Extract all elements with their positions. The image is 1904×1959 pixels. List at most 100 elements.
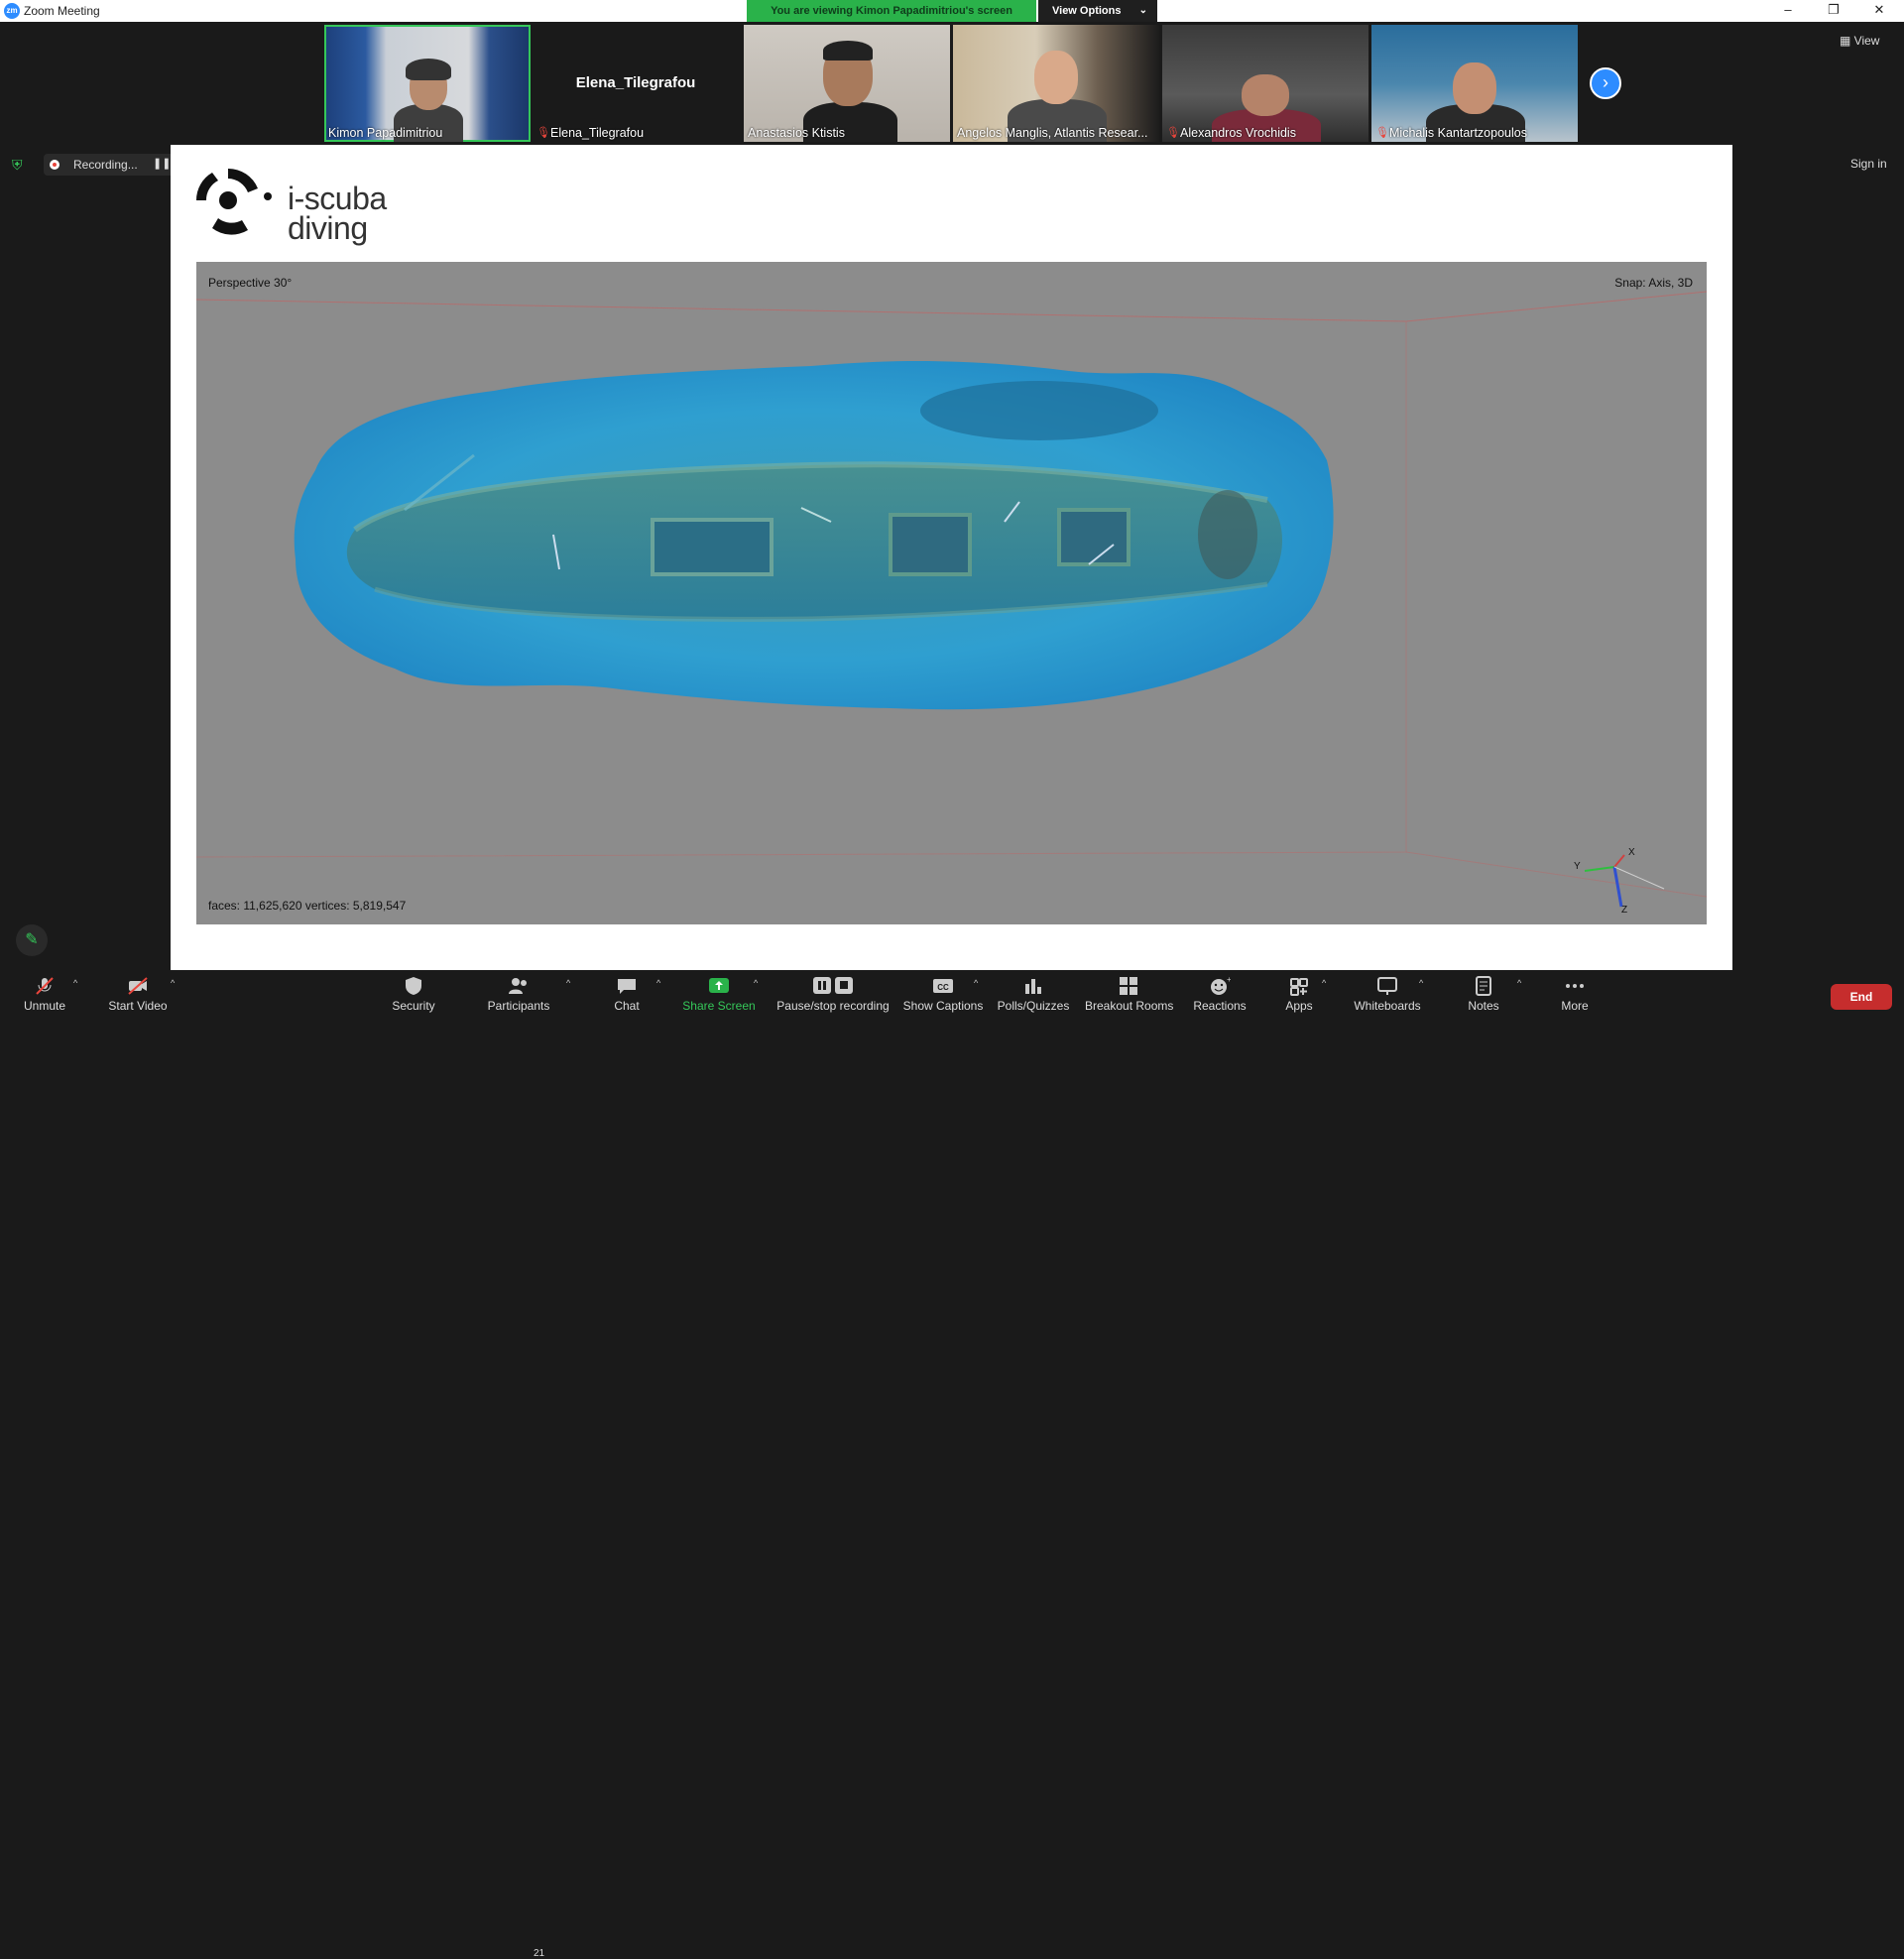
axis-x-label: X <box>1628 847 1635 858</box>
share-options-caret[interactable]: ^ <box>754 978 758 988</box>
perspective-label: Perspective 30° <box>208 276 293 290</box>
view-button[interactable]: ▦ View <box>1840 34 1879 48</box>
participants-icon <box>509 978 527 994</box>
security-shield-icon[interactable]: ⛨ <box>12 157 28 173</box>
mic-muted-icon: 🎙 <box>1166 127 1180 139</box>
mic-muted-icon: 🎙 <box>536 127 550 139</box>
apps-options-caret[interactable]: ^ <box>1322 978 1326 988</box>
security-button[interactable]: Security <box>387 970 440 1022</box>
apps-label: Apps <box>1285 999 1313 1013</box>
breakout-rooms-icon <box>1120 977 1137 995</box>
logo-mark-icon <box>195 168 272 235</box>
polls-button[interactable]: Polls/Quizzes <box>996 970 1071 1022</box>
audio-options-caret[interactable]: ^ <box>73 978 77 988</box>
view-icon: ▦ <box>1840 34 1854 48</box>
participant-display-name: Elena_Tilegrafou <box>575 74 696 91</box>
start-video-button[interactable]: Start Video <box>103 970 173 1022</box>
end-meeting-button[interactable]: End <box>1831 984 1892 1010</box>
zoom-app-icon: zm <box>4 3 20 19</box>
polls-label: Polls/Quizzes <box>997 999 1070 1013</box>
more-label: More <box>1561 999 1589 1013</box>
sign-in-link[interactable]: Sign in <box>1850 157 1887 171</box>
meeting-toolbar: Unmute ^ Start Video ^ Security Particip… <box>0 970 1904 1959</box>
share-screen-label: Share Screen <box>682 999 756 1013</box>
chevron-down-icon: ⌄ <box>1138 5 1147 16</box>
mic-muted-icon: 🎙 <box>1375 127 1389 139</box>
mic-muted-icon <box>36 977 54 995</box>
pause-stop-icon <box>813 977 853 994</box>
pause-recording-icon[interactable]: ❚❚ <box>153 157 171 170</box>
polls-icon <box>1025 979 1041 994</box>
apps-button[interactable]: Apps <box>1281 970 1317 1022</box>
video-tile-angelos[interactable]: Angelos Manglis, Atlantis Resear... <box>953 25 1159 142</box>
logo-text-line2: diving <box>288 210 368 246</box>
chat-options-caret[interactable]: ^ <box>656 978 660 988</box>
reactions-button[interactable]: + Reactions <box>1190 970 1250 1022</box>
svg-text:CC: CC <box>937 983 949 992</box>
view-label: View <box>1853 34 1880 48</box>
notes-button[interactable]: Notes <box>1464 970 1503 1022</box>
chat-label: Chat <box>614 999 640 1013</box>
snap-label: Snap: Axis, 3D <box>1614 276 1693 290</box>
breakout-rooms-button[interactable]: Breakout Rooms <box>1085 970 1174 1022</box>
share-screen-icon <box>709 978 729 993</box>
axis-z-label: Z <box>1621 905 1628 916</box>
notes-icon <box>1476 976 1491 996</box>
whiteboards-label: Whiteboards <box>1354 999 1421 1013</box>
whiteboards-options-caret[interactable]: ^ <box>1419 978 1423 988</box>
participants-count: 21 <box>534 1948 545 1959</box>
view-options-label: View Options <box>1052 5 1122 17</box>
shield-icon <box>406 977 421 995</box>
i-scuba-diving-logo: i-scuba diving <box>192 161 411 246</box>
participants-button[interactable]: Participants <box>484 970 553 1022</box>
participant-name: Alexandros Vrochidis <box>1180 126 1296 140</box>
show-captions-label: Show Captions <box>902 999 984 1013</box>
reactions-label: Reactions <box>1193 999 1247 1013</box>
notes-label: Notes <box>1468 999 1499 1013</box>
video-tile-michalis[interactable]: 🎙 Michalis Kantartzopoulos <box>1371 25 1578 142</box>
pause-stop-recording-button[interactable]: Pause/stop recording <box>774 970 892 1022</box>
participant-name: Angelos Manglis, Atlantis Resear... <box>957 126 1148 140</box>
recording-label: Recording... <box>73 158 138 172</box>
video-off-icon <box>128 977 148 995</box>
axis-y-label: Y <box>1574 861 1581 872</box>
security-label: Security <box>392 999 435 1013</box>
close-icon[interactable]: ✕ <box>1856 0 1902 22</box>
video-tile-kimon[interactable]: Kimon Papadimitriou <box>324 25 531 142</box>
restore-icon[interactable]: ❐ <box>1811 0 1856 22</box>
annotate-pencil-icon[interactable]: ✎ <box>16 924 48 956</box>
unmute-label: Unmute <box>23 999 66 1013</box>
breakout-rooms-label: Breakout Rooms <box>1085 999 1174 1013</box>
window-title: Zoom Meeting <box>24 4 100 18</box>
record-icon <box>50 160 60 170</box>
share-screen-button[interactable]: Share Screen <box>682 970 756 1022</box>
video-tile-alexandros[interactable]: 🎙 Alexandros Vrochidis <box>1162 25 1368 142</box>
participants-options-caret[interactable]: ^ <box>566 978 570 988</box>
video-tile-anastasios[interactable]: Anastasios Ktistis <box>744 25 950 142</box>
next-page-button[interactable]: › <box>1590 67 1621 99</box>
shared-screen: i-scuba diving Perspective 30° Snap: Axi… <box>171 145 1732 971</box>
title-bar: zm Zoom Meeting You are viewing Kimon Pa… <box>0 0 1904 22</box>
video-options-caret[interactable]: ^ <box>171 978 175 988</box>
participant-name: Michalis Kantartzopoulos <box>1389 126 1527 140</box>
video-tile-elena[interactable]: Elena_Tilegrafou 🎙 Elena_Tilegrafou <box>533 25 739 142</box>
minimize-icon[interactable]: – <box>1765 0 1811 22</box>
participant-name: Anastasios Ktistis <box>748 126 845 140</box>
apps-icon <box>1290 978 1308 996</box>
mesh-stats: faces: 11,625,620 vertices: 5,819,547 <box>208 899 407 913</box>
reactions-icon: + <box>1211 976 1231 995</box>
captions-options-caret[interactable]: ^ <box>974 978 978 988</box>
more-icon <box>1566 984 1584 988</box>
participant-name: Kimon Papadimitriou <box>328 126 443 140</box>
more-button[interactable]: More <box>1555 970 1595 1022</box>
unmute-button[interactable]: Unmute <box>16 970 73 1022</box>
whiteboard-icon <box>1377 977 1397 995</box>
view-options-button[interactable]: View Options ⌄ <box>1038 0 1157 22</box>
3d-viewport[interactable]: Perspective 30° Snap: Axis, 3D faces: 11… <box>196 262 1707 924</box>
start-video-label: Start Video <box>108 999 168 1013</box>
chat-button[interactable]: Chat <box>607 970 647 1022</box>
chat-icon <box>618 979 636 994</box>
shipwreck-scan-render <box>196 291 1707 908</box>
whiteboards-button[interactable]: Whiteboards <box>1351 970 1424 1022</box>
notes-options-caret[interactable]: ^ <box>1517 978 1521 988</box>
